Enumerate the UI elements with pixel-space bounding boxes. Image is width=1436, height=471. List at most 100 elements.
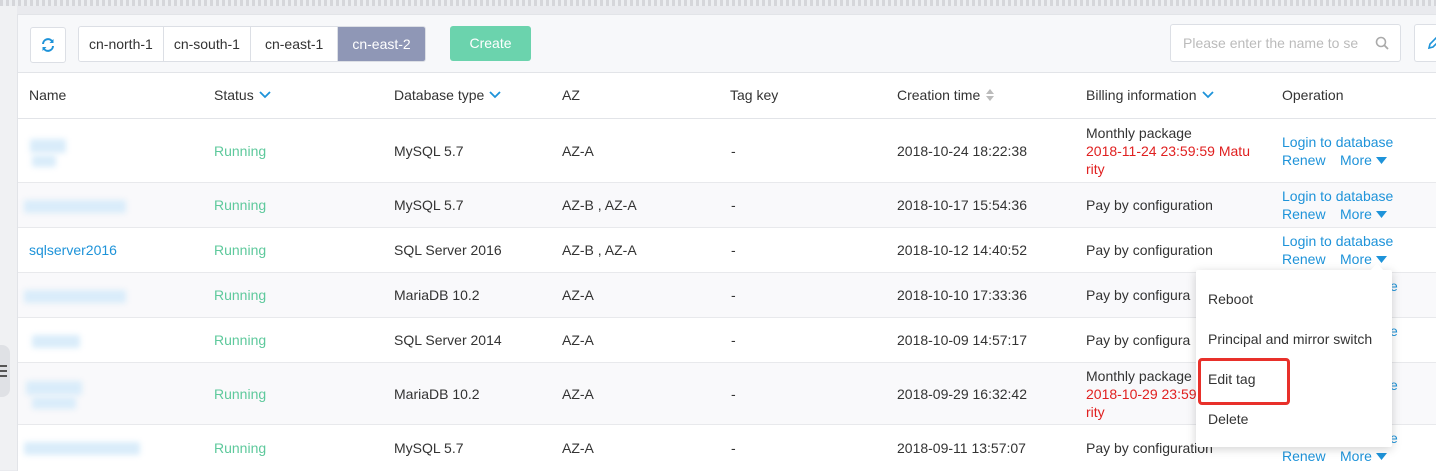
status-text: Running [214, 143, 267, 159]
redacted-name [24, 442, 140, 455]
az: AZ-A [562, 332, 594, 348]
az: AZ-A [562, 143, 594, 159]
billing-type: Pay by configura [1086, 332, 1191, 348]
db-type: MariaDB 10.2 [394, 287, 480, 303]
redacted-name [24, 290, 126, 303]
search-icon[interactable] [1375, 36, 1389, 50]
tag-key: - [731, 287, 736, 303]
db-type: MySQL 5.7 [394, 440, 464, 456]
caret-down-icon [1375, 255, 1387, 263]
renew-link[interactable]: Renew [1282, 206, 1326, 222]
header-operation: Operation [1282, 87, 1344, 103]
status-text: Running [214, 287, 267, 303]
menu-item-reboot[interactable]: Reboot [1208, 291, 1253, 307]
table-row: Running MySQL 5.7 AZ-B , AZ-A - 2018-10-… [18, 183, 1436, 228]
redacted-name [32, 335, 80, 348]
header-billing-label: Billing information [1086, 87, 1197, 103]
refresh-icon [42, 38, 54, 52]
billing-expiry-cont: rity [1086, 161, 1105, 177]
sort-icon [986, 88, 995, 101]
table-header: Name Status Database type AZ Tag key Cre… [18, 73, 1436, 119]
az: AZ-A [562, 440, 594, 456]
menu-item-principal-mirror-switch[interactable]: Principal and mirror switch [1208, 331, 1372, 347]
caret-down-icon [1375, 156, 1387, 164]
status-text: Running [214, 440, 267, 456]
region-selector: cn-north-1 cn-south-1 cn-east-1 cn-east-… [78, 26, 426, 62]
header-status[interactable]: Status [214, 73, 271, 118]
region-tab-cn-north-1[interactable]: cn-north-1 [79, 27, 164, 61]
tag-key: - [731, 242, 736, 258]
login-to-database-link[interactable]: Login to database [1282, 233, 1393, 249]
table-row: Running MySQL 5.7 AZ-A - 2018-10-24 18:2… [18, 119, 1436, 183]
renew-link[interactable]: Renew [1282, 152, 1326, 168]
table-row: sqlserver2016 Running SQL Server 2016 AZ… [18, 228, 1436, 273]
status-text: Running [214, 386, 267, 402]
more-label: More [1340, 206, 1372, 222]
billing-type: Pay by configuration [1086, 242, 1213, 258]
renew-link[interactable]: Renew [1282, 251, 1326, 267]
filter-caret-icon [259, 91, 271, 99]
login-to-database-link[interactable]: Login to database [1282, 134, 1393, 150]
search-box [1170, 24, 1401, 62]
region-tab-cn-east-1[interactable]: cn-east-1 [250, 27, 339, 61]
header-name: Name [29, 87, 67, 103]
redacted-name [26, 381, 82, 395]
tag-key: - [731, 332, 736, 348]
refresh-button[interactable] [30, 27, 66, 63]
db-type: MariaDB 10.2 [394, 386, 480, 402]
edit-icon [1427, 36, 1436, 50]
caret-down-icon [1375, 452, 1387, 460]
creation-time: 2018-10-10 17:33:36 [897, 287, 1027, 303]
custom-columns-button[interactable] [1414, 24, 1436, 62]
creation-time: 2018-10-24 18:22:38 [897, 143, 1027, 159]
header-database-type[interactable]: Database type [394, 73, 501, 118]
caret-down-icon [1375, 210, 1387, 218]
db-type: SQL Server 2014 [394, 332, 502, 348]
creation-time: 2018-10-09 14:57:17 [897, 332, 1027, 348]
tag-key: - [731, 440, 736, 456]
header-creation-time-label: Creation time [897, 87, 981, 103]
billing-type: Pay by configura [1086, 287, 1191, 303]
renew-link[interactable]: Renew [1282, 448, 1326, 464]
create-button[interactable]: Create [450, 26, 531, 61]
az: AZ-A [562, 386, 594, 402]
toolbar: cn-north-1 cn-south-1 cn-east-1 cn-east-… [18, 15, 1436, 73]
status-text: Running [214, 332, 267, 348]
menu-pointer [1370, 263, 1384, 271]
region-tab-cn-south-1[interactable]: cn-south-1 [163, 27, 251, 61]
billing-type: Monthly package [1086, 125, 1192, 141]
top-strip [0, 0, 1436, 6]
search-input[interactable] [1181, 25, 1370, 61]
header-billing-information[interactable]: Billing information [1086, 73, 1214, 118]
more-dropdown[interactable]: More [1340, 152, 1387, 168]
billing-expiry: 2018-10-29 23:59 [1086, 386, 1197, 402]
tag-key: - [731, 197, 736, 213]
header-database-type-label: Database type [394, 87, 485, 103]
az: AZ-B , AZ-A [562, 197, 637, 213]
menu-item-delete[interactable]: Delete [1208, 411, 1248, 427]
region-tab-cn-east-2[interactable]: cn-east-2 [338, 27, 425, 61]
az: AZ-B , AZ-A [562, 242, 637, 258]
instance-name-link[interactable]: sqlserver2016 [29, 242, 117, 258]
billing-type: Pay by configuration [1086, 440, 1213, 456]
header-creation-time[interactable]: Creation time [897, 73, 995, 118]
tag-key: - [731, 143, 736, 159]
redacted-name [30, 139, 66, 153]
more-dropdown[interactable]: More [1340, 448, 1387, 464]
billing-expiry-cont: rity [1086, 404, 1105, 420]
login-to-database-link[interactable]: Login to database [1282, 188, 1393, 204]
creation-time: 2018-09-11 13:57:07 [897, 440, 1026, 456]
status-text: Running [214, 197, 267, 213]
creation-time: 2018-10-12 14:40:52 [897, 242, 1027, 258]
db-type: MySQL 5.7 [394, 197, 464, 213]
az: AZ-A [562, 287, 594, 303]
header-status-label: Status [214, 87, 254, 103]
tag-key: - [731, 386, 736, 402]
db-type: MySQL 5.7 [394, 143, 464, 159]
more-dropdown[interactable]: More [1340, 206, 1387, 222]
creation-time: 2018-10-17 15:54:36 [897, 197, 1027, 213]
menu-item-edit-tag[interactable]: Edit tag [1208, 371, 1255, 387]
sidebar-toggle-handle[interactable] [0, 345, 10, 397]
header-tag-key: Tag key [730, 87, 779, 103]
creation-time: 2018-09-29 16:32:42 [897, 386, 1027, 402]
